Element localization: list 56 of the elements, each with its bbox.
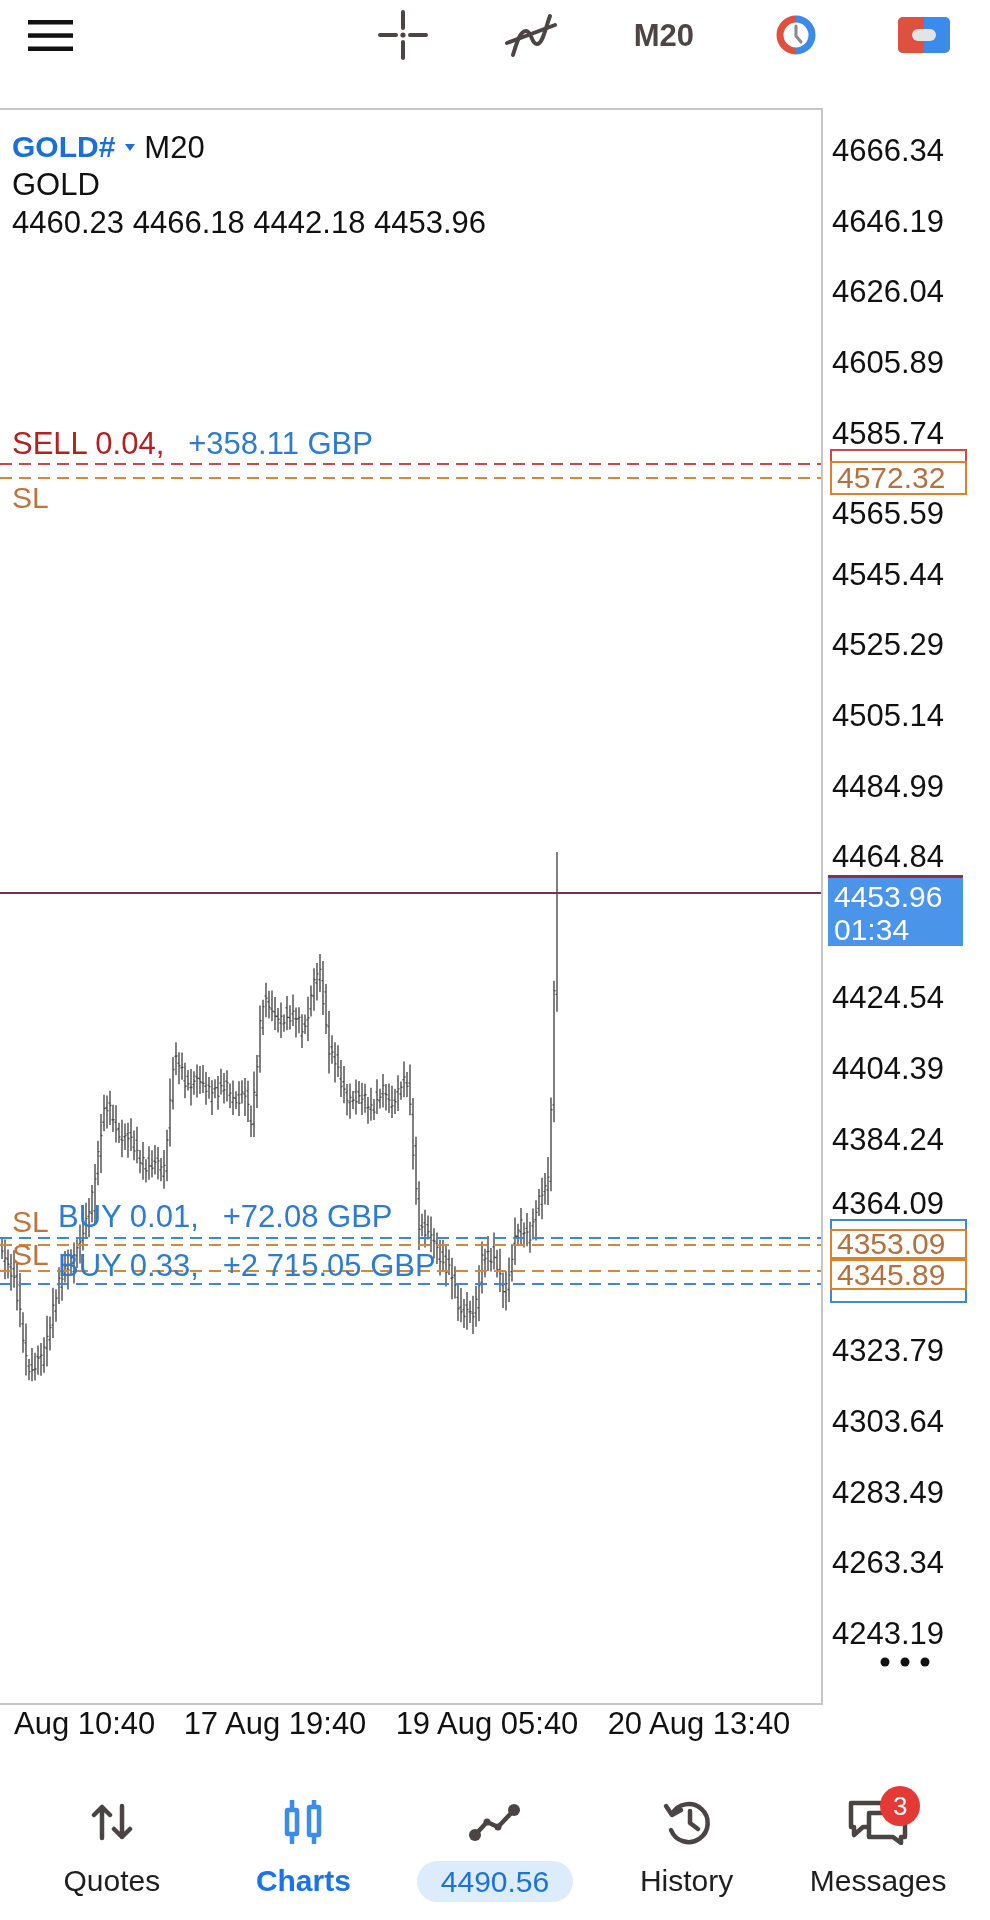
nav-tab[interactable]: 3 Messages <box>782 1785 974 1901</box>
bar-countdown-label: 01:34 <box>834 913 911 946</box>
time-tick-label: 17 Aug 19:40 <box>183 1708 367 1739</box>
stop-loss-price-tag: 4572.32 <box>830 461 967 495</box>
price-tick-label: 4283.49 <box>832 1476 945 1508</box>
price-tick-label: 4505.14 <box>832 700 945 731</box>
stop-loss-price-tag: 4345.89 <box>830 1259 967 1290</box>
symbol-dropdown[interactable]: GOLD# <box>12 132 145 162</box>
caret-icon <box>125 143 136 151</box>
price-tick-label: 4525.29 <box>832 629 945 661</box>
menu-icon[interactable] <box>28 19 73 51</box>
nav-tab[interactable]: History <box>590 1785 783 1901</box>
time-tick-label: 19 Aug 05:40 <box>395 1708 579 1739</box>
price-tick-label: 4424.54 <box>832 982 945 1014</box>
time-tick-label: 20 Aug 13:40 <box>607 1708 791 1739</box>
price-tick-label: 4323.79 <box>832 1335 945 1367</box>
nav-tab[interactable]: Charts <box>207 1785 400 1901</box>
timeframe-button[interactable]: M20 <box>633 19 694 51</box>
nav-tab[interactable]: Quotes <box>16 1785 208 1901</box>
curve-icon[interactable] <box>503 12 558 58</box>
price-tick-label: 4646.19 <box>832 205 945 237</box>
toggle-icon[interactable] <box>898 17 950 53</box>
order-profit-label: +72.08 GBP <box>222 1201 393 1232</box>
price-tick-label: 4626.04 <box>832 276 945 308</box>
stop-loss-label: SL <box>12 1207 49 1237</box>
crosshair-icon[interactable] <box>377 10 428 60</box>
price-tick-label: 4243.19 <box>832 1617 945 1649</box>
ohlc-values: 4460.23 4466.18 4442.18 4453.96 <box>12 204 488 242</box>
candlestick-icon <box>283 1798 324 1846</box>
nav-tab[interactable]: 4490.56 <box>399 1785 591 1902</box>
stop-loss-label: SL <box>12 483 49 513</box>
line-graph-icon <box>468 1802 522 1842</box>
order-volume-label: SELL 0.04, <box>12 428 165 459</box>
price-tick-label: 4585.74 <box>832 417 945 449</box>
price-tick-label: 4605.89 <box>832 347 945 378</box>
symbol-description: GOLD <box>12 166 101 204</box>
current-price-label: 4453.96 <box>834 880 944 913</box>
notification-badge: 3 <box>880 1786 921 1826</box>
price-tick-label: 4364.09 <box>832 1188 945 1220</box>
price-tick-label: 4263.34 <box>832 1547 945 1579</box>
price-tick-label: 4484.99 <box>832 770 945 802</box>
arrows-up-down-icon <box>90 1803 133 1841</box>
order-profit-label: +358.11 GBP <box>188 428 373 459</box>
price-tick-label: 4404.39 <box>832 1053 945 1084</box>
price-tick-label: 4464.84 <box>832 841 945 873</box>
price-tick-label: 4545.44 <box>832 558 945 590</box>
balance-label: 4490.56 <box>416 1861 574 1902</box>
time-tick-label: Aug 10:40 <box>14 1708 156 1739</box>
more-icon[interactable] <box>880 1657 930 1667</box>
price-tick-label: 4384.24 <box>832 1123 945 1155</box>
price-tick-label: 4666.34 <box>832 135 945 167</box>
timeframe-label: M20 <box>144 131 205 163</box>
price-tick-label: 4303.64 <box>832 1406 945 1437</box>
stop-loss-label: SL <box>12 1240 49 1270</box>
price-tick-label: 4565.59 <box>832 498 945 530</box>
stop-loss-price-tag: 4353.09 <box>830 1229 967 1259</box>
